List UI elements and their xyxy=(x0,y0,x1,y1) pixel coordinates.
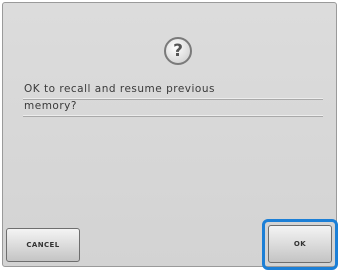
message-line: memory? xyxy=(23,99,323,116)
dialog-message: OK to recall and resume previous memory? xyxy=(23,82,323,116)
question-icon: ? xyxy=(164,37,192,65)
message-line: OK to recall and resume previous xyxy=(23,82,323,99)
cancel-button[interactable]: CANCEL xyxy=(6,228,80,262)
ok-button[interactable]: OK xyxy=(268,225,332,263)
